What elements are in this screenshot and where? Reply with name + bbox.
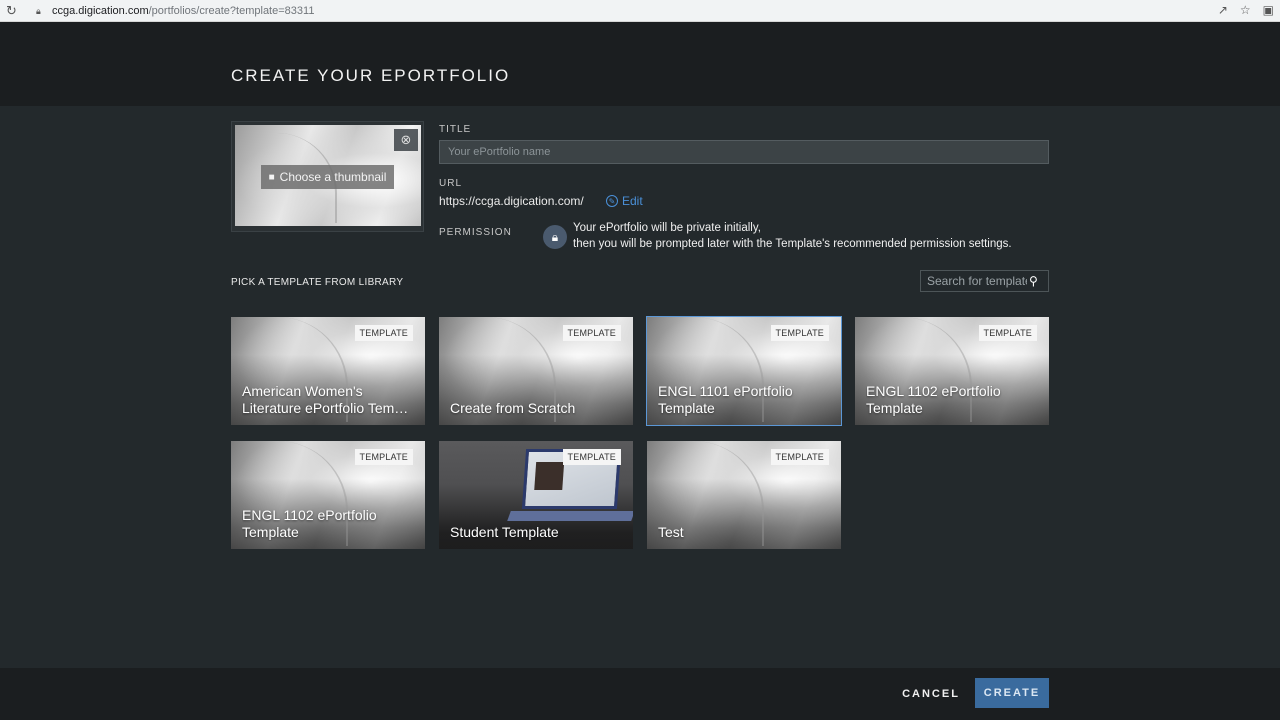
library-heading: PICK A TEMPLATE FROM LIBRARY xyxy=(231,277,404,288)
permission-label: PERMISSION xyxy=(439,227,512,238)
template-title: Test xyxy=(658,524,684,540)
template-badge: TEMPLATE xyxy=(770,449,829,465)
template-title: ENGL 1102 ePortfolio Template xyxy=(242,507,377,540)
template-badge: TEMPLATE xyxy=(562,325,621,341)
share-icon[interactable]: ↗ xyxy=(1218,3,1228,17)
remove-thumbnail-icon[interactable]: ⊗ xyxy=(394,129,418,151)
template-badge: TEMPLATE xyxy=(978,325,1037,341)
permission-text-line1: Your ePortfolio will be private initiall… xyxy=(573,222,761,234)
title-label: TITLE xyxy=(439,124,472,135)
template-badge: TEMPLATE xyxy=(770,325,829,341)
edit-url-link[interactable]: ✎ Edit xyxy=(606,194,643,208)
page-header: CREATE YOUR EPORTFOLIO xyxy=(0,22,1280,106)
lock-icon: 🔒︎ xyxy=(543,225,567,249)
template-title: ENGL 1101 ePortfolio Template xyxy=(658,383,793,416)
lock-icon: 🔒︎ xyxy=(36,5,41,16)
template-search-input[interactable] xyxy=(927,274,1027,288)
search-icon[interactable]: ⚲ xyxy=(1029,274,1038,288)
edit-label: Edit xyxy=(622,194,643,208)
url-path: /portfolios/create?template=83311 xyxy=(148,4,315,17)
template-badge: TEMPLATE xyxy=(354,325,413,341)
main-content xyxy=(0,106,1280,668)
template-badge: TEMPLATE xyxy=(354,449,413,465)
template-card[interactable]: TEMPLATE Test xyxy=(647,441,841,549)
browser-address-bar: ↻ 🔒︎ ccga.digication.com/portfolios/crea… xyxy=(0,0,1280,22)
title-input[interactable] xyxy=(439,140,1049,164)
template-card[interactable]: TEMPLATE ENGL 1102 ePortfolio Template xyxy=(855,317,1049,425)
template-card[interactable]: TEMPLATE American Women's Literature ePo… xyxy=(231,317,425,425)
image-icon: ■ xyxy=(268,171,275,183)
template-title: American Women's Literature ePortfolio T… xyxy=(242,383,409,416)
template-card[interactable]: TEMPLATE ENGL 1102 ePortfolio Template xyxy=(231,441,425,549)
choose-thumbnail-label: Choose a thumbnail xyxy=(279,170,387,184)
template-title: ENGL 1102 ePortfolio Template xyxy=(866,383,1001,416)
browser-url[interactable]: ccga.digication.com/portfolios/create?te… xyxy=(52,5,314,17)
url-value: https://ccga.digication.com/ xyxy=(439,194,584,208)
permission-text-line2: then you will be prompted later with the… xyxy=(573,238,1012,250)
template-card[interactable]: TEMPLATE Student Template xyxy=(439,441,633,549)
choose-thumbnail-button[interactable]: ■ Choose a thumbnail xyxy=(261,165,394,189)
laptop-base xyxy=(507,511,633,521)
footer-bar: CANCEL CREATE xyxy=(0,668,1280,720)
url-host: ccga.digication.com xyxy=(52,4,149,17)
template-title: Create from Scratch xyxy=(450,400,576,416)
cancel-button[interactable]: CANCEL xyxy=(898,680,964,708)
star-icon[interactable]: ☆ xyxy=(1240,3,1251,17)
template-card-selected[interactable]: TEMPLATE ENGL 1101 ePortfolio Template xyxy=(646,316,842,426)
create-button[interactable]: CREATE xyxy=(975,678,1049,708)
sidebar-icon[interactable]: ▣ xyxy=(1263,3,1274,17)
edit-icon: ✎ xyxy=(606,195,618,207)
url-label: URL xyxy=(439,178,463,189)
page-title: CREATE YOUR EPORTFOLIO xyxy=(231,66,511,85)
reload-icon[interactable]: ↻ xyxy=(6,3,20,19)
template-badge: TEMPLATE xyxy=(562,449,621,465)
template-card[interactable]: TEMPLATE Create from Scratch xyxy=(439,317,633,425)
template-title: Student Template xyxy=(450,524,559,540)
template-search: ⚲ xyxy=(920,270,1049,292)
